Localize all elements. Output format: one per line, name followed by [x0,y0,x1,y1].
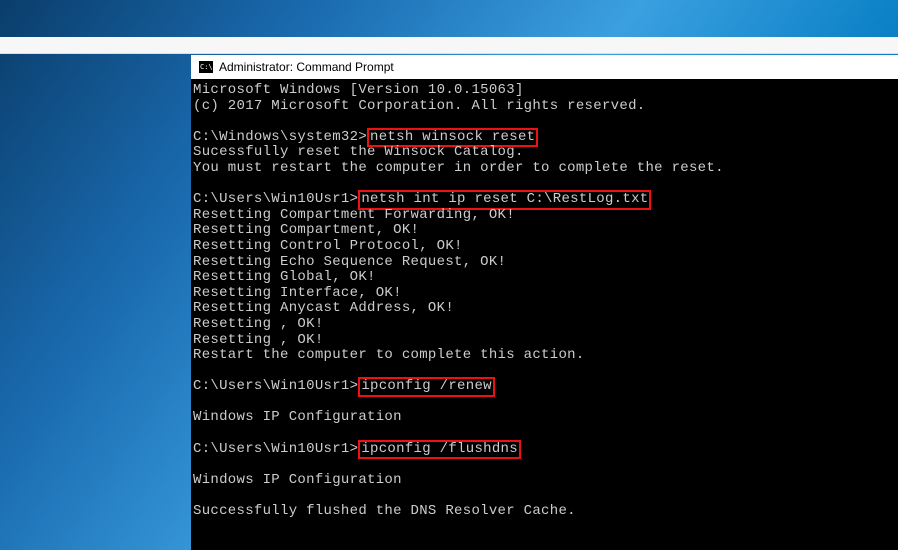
console-line: Restart the computer to complete this ac… [193,347,585,363]
console-line: Microsoft Windows [Version 10.0.15063] [193,82,524,98]
console-prompt: C:\Users\Win10Usr1> [193,191,358,207]
window-title: Administrator: Command Prompt [219,60,394,74]
console-line: You must restart the computer in order t… [193,160,724,176]
highlighted-command: ipconfig /flushdns [358,440,521,460]
console-line: Resetting , OK! [193,332,324,348]
console-line: Resetting Echo Sequence Request, OK! [193,254,506,270]
highlighted-command: ipconfig /renew [358,377,495,397]
console-line: Resetting Interface, OK! [193,285,402,301]
cmd-icon: C:\ [199,61,213,73]
console-line: Resetting Compartment Forwarding, OK! [193,207,515,223]
console-output[interactable]: Microsoft Windows [Version 10.0.15063] (… [191,79,898,550]
console-line: Resetting , OK! [193,316,324,332]
console-line: Resetting Compartment, OK! [193,222,419,238]
command-prompt-window: C:\ Administrator: Command Prompt Micros… [191,55,898,550]
console-line: Windows IP Configuration [193,472,402,488]
browser-chrome-strip [0,37,898,54]
console-prompt: C:\Users\Win10Usr1> [193,441,358,457]
title-bar[interactable]: C:\ Administrator: Command Prompt [191,55,898,79]
console-line: Resetting Control Protocol, OK! [193,238,463,254]
console-prompt: C:\Users\Win10Usr1> [193,378,358,394]
console-line: Sucessfully reset the Winsock Catalog. [193,144,524,160]
console-line: Resetting Global, OK! [193,269,376,285]
console-line: (c) 2017 Microsoft Corporation. All righ… [193,98,645,114]
console-line: Successfully flushed the DNS Resolver Ca… [193,503,576,519]
console-line: Resetting Anycast Address, OK! [193,300,454,316]
console-prompt: C:\Windows\system32> [193,129,367,145]
console-line: Windows IP Configuration [193,409,402,425]
